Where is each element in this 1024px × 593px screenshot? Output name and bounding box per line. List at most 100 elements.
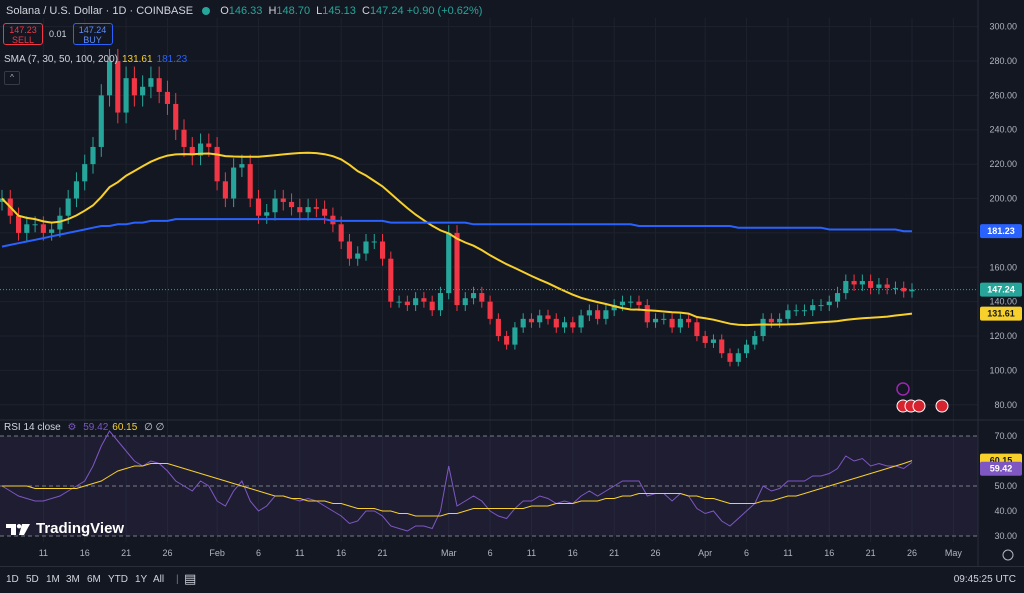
candle-body [288,201,295,208]
candle-body [652,318,659,323]
candle-body [140,86,146,96]
calendar-range-icon[interactable]: ▤ [184,571,196,587]
candle-body [760,318,766,337]
tf-all[interactable]: All [153,574,164,585]
candle-body [446,232,452,294]
candle-body [346,241,353,259]
sma-legend[interactable]: SMA (7, 30, 50, 100, 200) 131.61 181.23 [4,54,187,65]
chart-canvas[interactable]: 300.00280.00260.00240.00220.00200.00180.… [0,0,1024,592]
candle-body [785,310,791,319]
tf-1m[interactable]: 1M [46,574,60,585]
candle-body [264,212,270,216]
price-tick-label: 140.00 [989,297,1017,307]
candle-body [421,298,427,302]
candle-body [595,310,601,319]
candle-body [686,318,692,323]
last-price-badge-label: 147.24 [987,285,1015,295]
time-tick-label: Mar [441,548,457,558]
candle-body [40,224,46,233]
candle-body [305,207,311,213]
candle-body [156,78,162,92]
candle-body [272,198,278,213]
price-tick-label: 120.00 [989,331,1017,341]
price-tick-label: 100.00 [989,365,1017,375]
candle-body [710,339,717,343]
candle-body [90,146,96,165]
event-markers [896,382,949,413]
candle-body [322,208,328,216]
divider: | [176,574,179,585]
candle-body [520,318,526,328]
price-tick-label: 300.00 [989,22,1017,32]
candle-body [15,215,22,233]
time-tick-label: 11 [527,548,536,558]
tf-ytd[interactable]: YTD [108,574,128,585]
symbol-title[interactable]: Solana / U.S. Dollar · 1D · COINBASE [6,5,193,17]
tf-5d[interactable]: 5D [26,574,39,585]
candle-body [131,78,137,96]
candle-body [479,293,485,302]
candle-body [553,318,559,328]
ohlc-values: O146.33 H148.70 L145.13 C147.24 +0.90 (+… [220,5,483,17]
candle-body [49,229,55,233]
candle-body [173,103,179,130]
candle-body [504,336,510,345]
rsi-legend[interactable]: RSI 14 close ⚙ 59.42 60.15 ∅ ∅ [4,422,164,433]
collapse-indicators-button[interactable]: ^ [4,71,20,85]
time-tick-label: 26 [907,548,917,558]
candle-body [578,315,584,328]
tf-3m[interactable]: 3M [66,574,80,585]
candle-body [338,224,344,242]
candle-body [603,310,609,319]
candle-body [371,241,377,243]
candle-body [694,322,700,337]
candle-body [818,305,824,307]
candle-body [24,224,30,233]
candle-body [628,301,634,303]
time-tick-label: 21 [378,548,388,558]
flag-icon [935,399,949,413]
candle-body [727,353,733,362]
price-tick-label: 280.00 [989,56,1017,66]
tradingview-logo: TradingView [6,520,124,537]
candle-body [528,318,535,323]
flag-icon [912,399,926,413]
candle-body [437,293,444,311]
tf-1d[interactable]: 1D [6,574,19,585]
candle-body [454,232,460,306]
sell-button[interactable]: 147.23 SELL [3,23,43,45]
candle-body [222,181,228,199]
tf-6m[interactable]: 6M [87,574,101,585]
candle-body [297,207,303,213]
candle-body [32,224,38,226]
candle-body [868,281,874,288]
candle-body [115,60,121,113]
candle-body [636,301,642,306]
candle-body [851,281,857,285]
tradingview-logo-icon [6,523,30,535]
candle-body [644,305,650,323]
rsi-tick-label: 50.00 [994,481,1017,491]
time-tick-label: 6 [744,548,749,558]
buy-button[interactable]: 147.24 BUY [72,23,113,45]
time-tick-label: 16 [568,548,578,558]
candle-body [396,301,402,303]
candle-body [239,164,245,168]
tf-1y[interactable]: 1Y [135,574,147,585]
candle-body [206,143,212,147]
candle-body [82,164,88,182]
candle-body [669,318,675,328]
candle-body [512,327,518,345]
candle-body [106,60,113,96]
candle-body [462,298,468,306]
candle-body [429,301,435,311]
utc-clock[interactable]: 09:45:25 UTC [954,574,1016,585]
candle-body [495,318,501,337]
candle-body [363,241,369,254]
rsi-settings-icon: ⚙ [67,422,77,433]
time-tick-label: 11 [39,548,48,558]
candle-body [777,318,783,323]
time-tick-label: 6 [256,548,261,558]
candle-body [619,301,626,306]
price-tick-label: 200.00 [989,194,1017,204]
